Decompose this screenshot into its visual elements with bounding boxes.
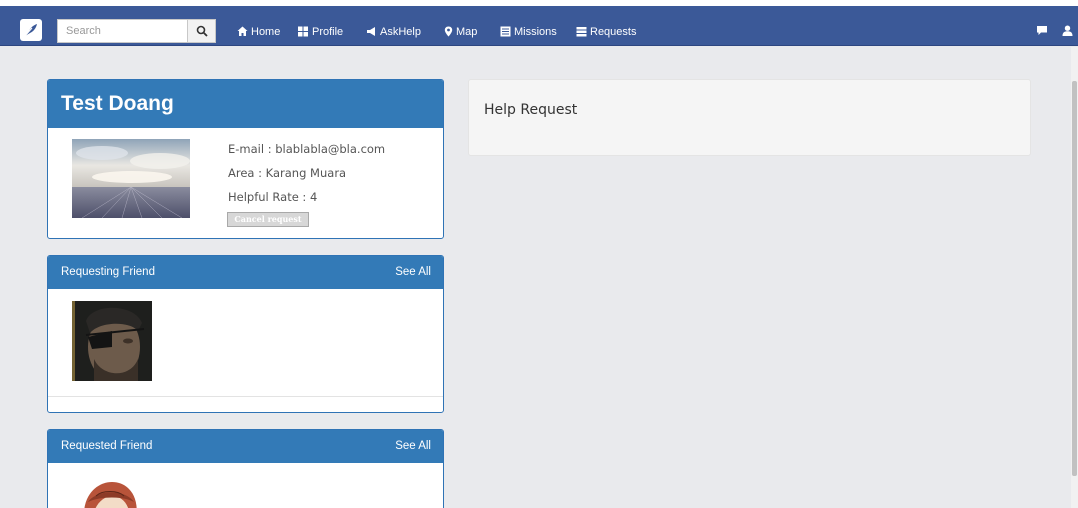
top-navbar: Home Profile AskHelp Map Missions Reques…: [0, 6, 1078, 46]
profile-name: Test Doang: [61, 92, 174, 115]
map-pin-icon: [444, 26, 453, 37]
home-icon: [237, 26, 248, 36]
profile-card-header: Test Doang: [48, 80, 443, 128]
requested-friend-see-all[interactable]: See All: [395, 440, 431, 452]
nav-requests-label: Requests: [590, 26, 637, 38]
friend-avatar[interactable]: [78, 480, 142, 508]
page-scrollbar[interactable]: [1071, 47, 1078, 508]
help-request-panel: Help Request: [468, 79, 1031, 156]
scrollbar-thumb[interactable]: [1072, 81, 1077, 476]
requested-friend-header: Requested Friend See All: [48, 430, 443, 463]
user-icon[interactable]: [1062, 25, 1073, 36]
requesting-friend-title: Requesting Friend: [61, 266, 155, 278]
nav-askhelp[interactable]: AskHelp: [366, 25, 421, 39]
requesting-friend-divider: [48, 396, 443, 397]
list-icon: [500, 26, 511, 37]
chat-icon[interactable]: [1036, 25, 1048, 36]
requested-friend-title: Requested Friend: [61, 440, 153, 452]
requesting-friend-see-all[interactable]: See All: [395, 266, 431, 278]
profile-helpful-rate: Helpful Rate : 4: [228, 190, 318, 204]
search-button[interactable]: [187, 19, 216, 43]
app-logo[interactable]: [20, 19, 42, 41]
profile-area: Area : Karang Muara: [228, 166, 347, 180]
grid-icon: [298, 26, 308, 37]
search-input[interactable]: [57, 19, 187, 43]
nav-home[interactable]: Home: [237, 25, 280, 39]
requested-friend-card: Requested Friend See All: [47, 429, 444, 508]
feather-logo-icon: [24, 24, 37, 37]
requesting-friend-card: Requesting Friend See All: [47, 255, 444, 413]
nav-map[interactable]: Map: [444, 25, 477, 39]
profile-cover-image: [72, 139, 190, 218]
profile-email: E-mail : blablabla@bla.com: [228, 142, 386, 156]
nav-missions-label: Missions: [514, 26, 557, 38]
nav-home-label: Home: [251, 26, 281, 38]
search-icon: [196, 25, 208, 37]
nav-profile-label: Profile: [312, 26, 344, 38]
nav-profile[interactable]: Profile: [298, 25, 343, 39]
cancel-request-button[interactable]: Cancel request: [227, 212, 309, 227]
nav-askhelp-label: AskHelp: [380, 26, 421, 38]
help-request-title: Help Request: [484, 102, 578, 118]
requesting-friend-header: Requesting Friend See All: [48, 256, 443, 289]
nav-requests[interactable]: Requests: [576, 25, 636, 39]
friend-avatar[interactable]: [72, 301, 152, 381]
nav-missions[interactable]: Missions: [500, 25, 557, 39]
megaphone-icon: [367, 27, 375, 36]
nav-map-label: Map: [456, 26, 478, 38]
profile-card: Test Doang E-mail : blablabla@bla.com Ar…: [47, 79, 444, 239]
list-icon: [576, 27, 587, 37]
